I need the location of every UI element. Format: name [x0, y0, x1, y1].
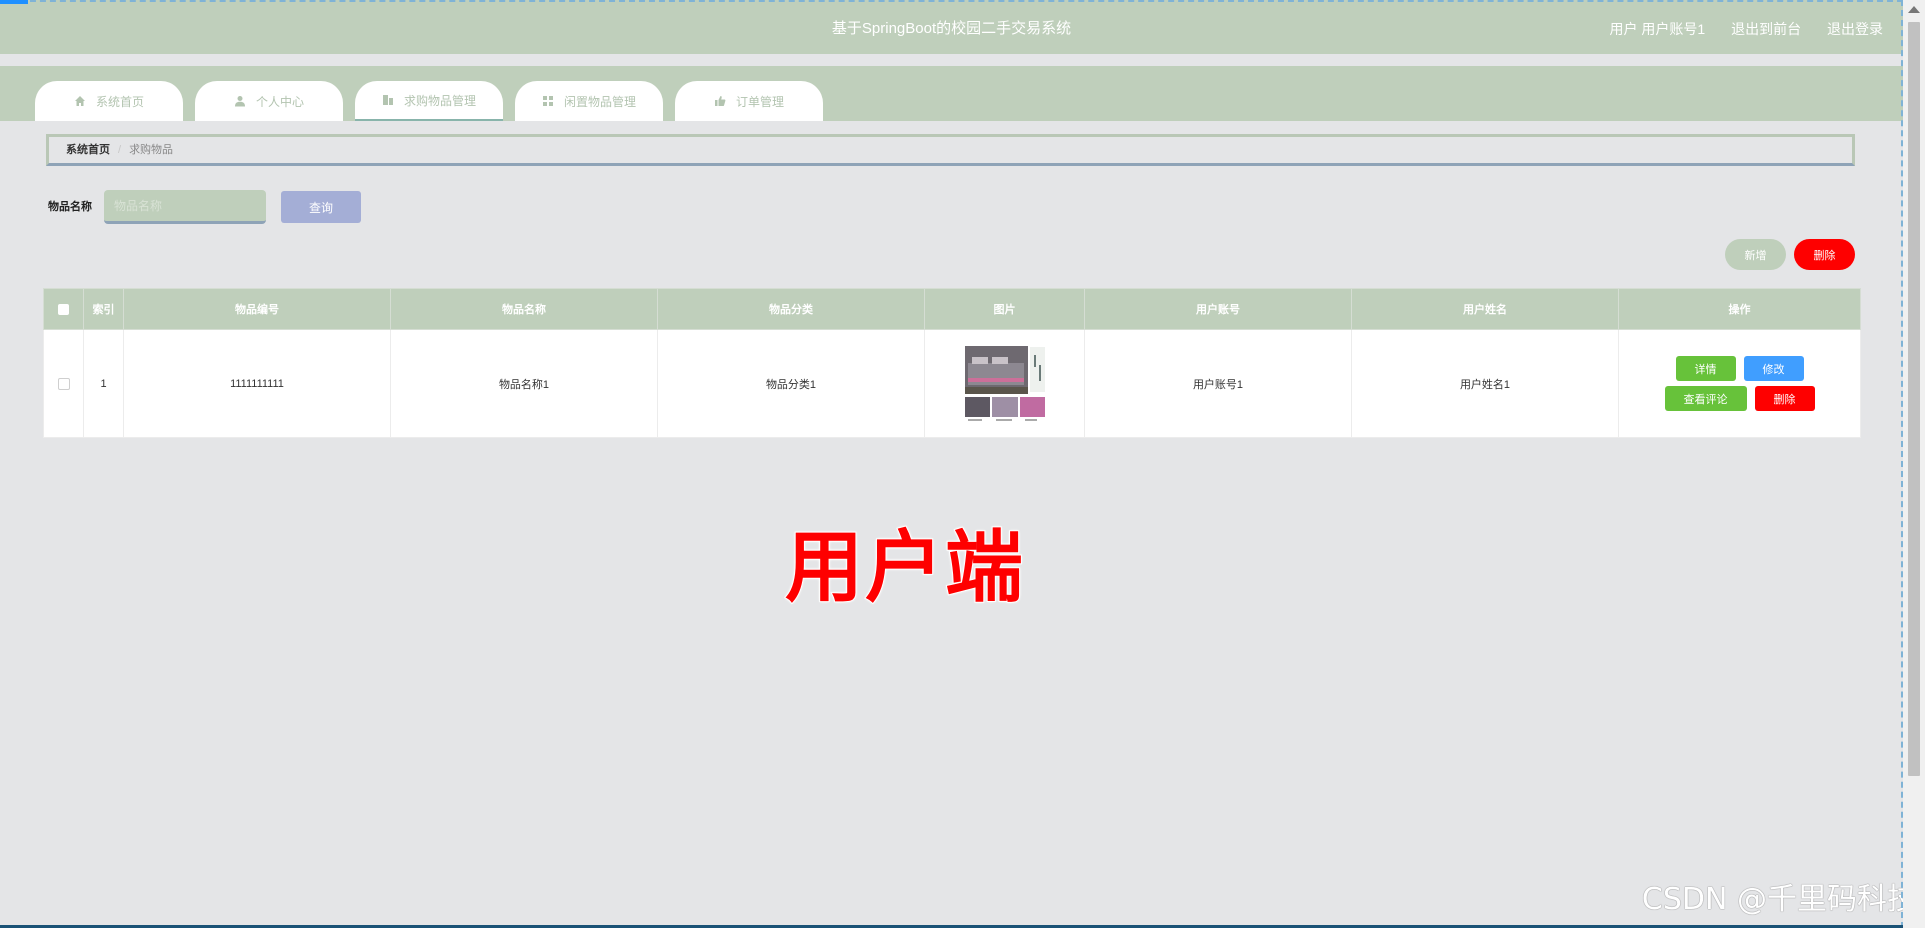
tab-purchase-request-management[interactable]: 求购物品管理	[355, 81, 503, 121]
add-button[interactable]: 新增	[1725, 239, 1786, 270]
column-header-category: 物品分类	[657, 288, 925, 330]
row-action-line-1: 详情 修改	[1675, 356, 1804, 381]
home-icon	[74, 96, 85, 106]
column-header-item-no: 物品编号	[123, 288, 391, 330]
item-name-search-input[interactable]	[104, 190, 266, 224]
row-item-name: 物品名称1	[390, 329, 658, 438]
back-to-front-link[interactable]: 退出到前台	[1731, 21, 1801, 37]
logout-link[interactable]: 退出登录	[1827, 21, 1883, 37]
search-label: 物品名称	[48, 201, 92, 213]
column-header-image: 图片	[924, 288, 1085, 330]
table-header-row: 索引 物品编号 物品名称 物品分类 图片 用户账号 用户姓名 操作	[43, 288, 1861, 330]
tab-purchase-request-label: 求购物品管理	[403, 93, 476, 108]
breadcrumb-current: 求购物品	[129, 144, 174, 156]
tab-idle-item-label: 闲置物品管理	[563, 94, 636, 109]
view-comments-button[interactable]: 查看评论	[1664, 386, 1747, 411]
user-side-caption: 用户端	[784, 522, 1026, 614]
tab-personal-center[interactable]: 个人中心	[195, 81, 343, 121]
vertical-scrollbar[interactable]	[1903, 0, 1925, 928]
detail-button[interactable]: 详情	[1675, 356, 1736, 381]
nav-tabs: 系统首页 个人中心 求购物品管理 闲置物品管理 订单管理	[35, 81, 835, 121]
column-header-username: 用户姓名	[1351, 288, 1619, 330]
table-row: 1 1111111111 物品名称1 物品分类1 用户账号1 用户姓名1 详情 …	[43, 329, 1861, 438]
tab-home[interactable]: 系统首页	[35, 81, 183, 121]
select-all-checkbox[interactable]	[58, 303, 69, 315]
row-action-group: 详情 修改 查看评论 删除	[1620, 356, 1859, 411]
column-header-index: 索引	[83, 288, 124, 330]
csdn-watermark: CSDN @千里码科技	[1641, 882, 1917, 917]
row-image-cell	[924, 329, 1085, 438]
scroll-up-arrow-icon[interactable]	[1908, 6, 1920, 13]
tab-idle-item-management[interactable]: 闲置物品管理	[515, 81, 663, 121]
row-username: 用户姓名1	[1351, 329, 1619, 438]
row-action-line-2: 查看评论 删除	[1664, 386, 1815, 411]
row-item-no: 1111111111	[123, 329, 391, 438]
current-user-label: 用户 用户账号1	[1609, 21, 1706, 37]
tab-order-label: 订单管理	[735, 94, 784, 109]
top-header: 基于SpringBoot的校园二手交易系统 用户 用户账号1 退出到前台 退出登…	[0, 0, 1903, 54]
item-thumbnail-image[interactable]	[963, 344, 1046, 423]
row-select-cell	[43, 329, 84, 438]
column-header-item-name: 物品名称	[390, 288, 658, 330]
row-category: 物品分类1	[657, 329, 925, 438]
row-actions-cell: 详情 修改 查看评论 删除	[1618, 329, 1861, 438]
breadcrumb: 系统首页 / 求购物品	[46, 134, 1855, 166]
breadcrumb-home[interactable]: 系统首页	[66, 144, 110, 156]
tab-home-label: 系统首页	[95, 94, 144, 109]
row-checkbox[interactable]	[57, 377, 70, 390]
row-index: 1	[83, 329, 124, 438]
scrollbar-thumb[interactable]	[1908, 22, 1920, 776]
row-account: 用户账号1	[1084, 329, 1352, 438]
user-icon	[234, 96, 245, 107]
purchase-request-table: 索引 物品编号 物品名称 物品分类 图片 用户账号 用户姓名 操作 1 1111…	[43, 288, 1861, 438]
column-header-account: 用户账号	[1084, 288, 1352, 330]
breadcrumb-separator: /	[118, 144, 122, 156]
tab-personal-center-label: 个人中心	[255, 94, 304, 109]
header-user-area: 用户 用户账号1 退出到前台 退出登录	[1588, 2, 1883, 56]
grid-icon	[542, 96, 553, 106]
edit-button[interactable]: 修改	[1743, 356, 1804, 381]
select-all-header	[43, 288, 84, 330]
row-delete-button[interactable]: 删除	[1754, 386, 1815, 411]
column-header-actions: 操作	[1618, 288, 1861, 330]
query-button[interactable]: 查询	[281, 191, 361, 223]
thumbs-up-icon	[714, 96, 726, 106]
tab-order-management[interactable]: 订单管理	[675, 81, 823, 121]
nav-bar: 系统首页 个人中心 求购物品管理 闲置物品管理 订单管理	[0, 66, 1903, 121]
batch-delete-button[interactable]: 删除	[1794, 239, 1855, 270]
building-icon	[382, 95, 393, 105]
